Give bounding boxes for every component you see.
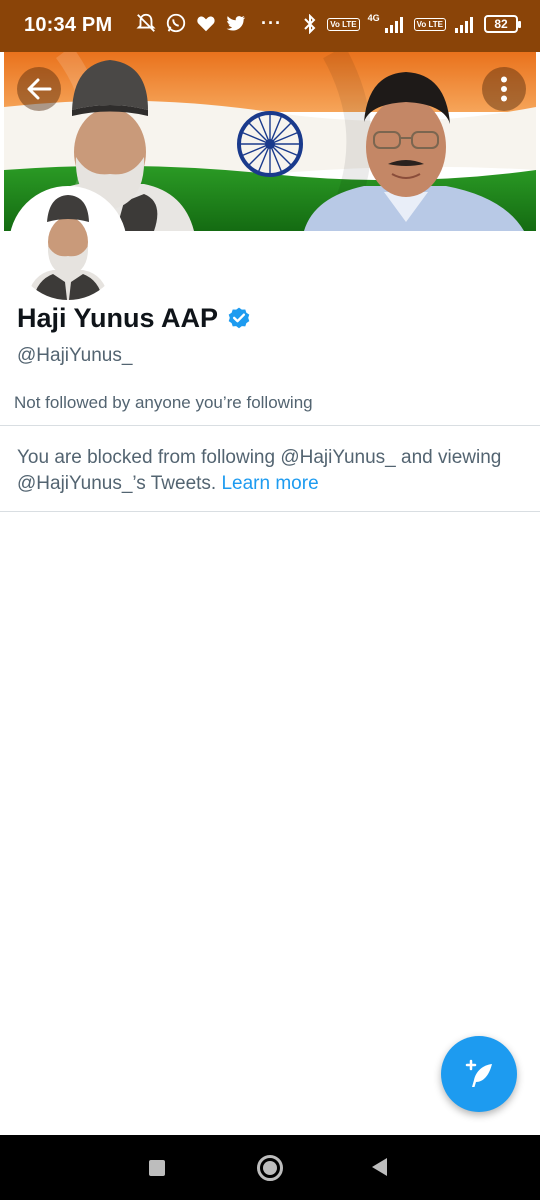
divider bbox=[0, 511, 540, 512]
display-name: Haji Yunus AAP bbox=[17, 303, 219, 333]
android-nav-bar bbox=[0, 1135, 540, 1200]
whatsapp-icon bbox=[166, 13, 186, 33]
network-type: 4G bbox=[367, 13, 380, 23]
arrow-left-icon bbox=[27, 78, 52, 100]
learn-more-link[interactable]: Learn more bbox=[221, 473, 318, 494]
notification-icons: ··· bbox=[135, 12, 282, 34]
twitter-icon bbox=[226, 15, 246, 31]
mute-icon bbox=[136, 13, 156, 32]
battery-indicator: 82 bbox=[484, 15, 521, 33]
signal-icon-2 bbox=[455, 17, 473, 33]
volte-badge: Vo LTE bbox=[327, 17, 360, 31]
more-notifications: ··· bbox=[261, 12, 282, 33]
system-back-button[interactable] bbox=[372, 1158, 387, 1176]
compose-feather-icon bbox=[465, 1059, 492, 1087]
status-bar: 10:34 PM ··· Vo LTE 4G Vo LTE 82 bbox=[0, 0, 540, 52]
heart-icon bbox=[197, 16, 215, 32]
back-button[interactable] bbox=[17, 67, 61, 111]
followers-you-know: Not followed by anyone you’re following bbox=[14, 393, 313, 412]
more-vertical-icon bbox=[501, 76, 507, 102]
avatar[interactable] bbox=[9, 186, 127, 304]
blocked-message: You are blocked from following @HajiYunu… bbox=[17, 445, 527, 497]
bluetooth-icon bbox=[304, 14, 316, 34]
system-icons: Vo LTE 4G Vo LTE 82 bbox=[301, 13, 521, 34]
divider bbox=[0, 425, 540, 426]
verified-badge-icon bbox=[228, 307, 250, 328]
status-time: 10:34 PM bbox=[24, 14, 113, 36]
home-button[interactable] bbox=[257, 1155, 283, 1181]
handle: @HajiYunus_ bbox=[17, 345, 133, 366]
compose-tweet-button[interactable] bbox=[441, 1036, 517, 1112]
recents-button[interactable] bbox=[149, 1160, 165, 1176]
ashoka-chakra-icon bbox=[237, 111, 303, 177]
signal-icon bbox=[384, 17, 403, 33]
more-options-button[interactable] bbox=[482, 67, 526, 111]
volte-badge-2: Vo LTE bbox=[413, 17, 446, 31]
display-name-row: Haji Yunus AAP bbox=[17, 303, 252, 334]
